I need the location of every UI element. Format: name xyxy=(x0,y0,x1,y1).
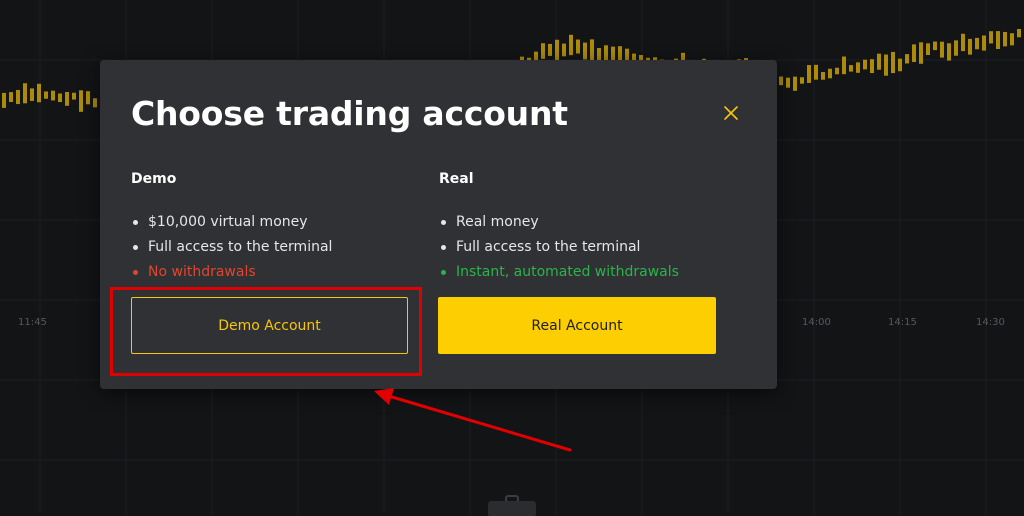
background-candle xyxy=(898,58,902,72)
background-candle xyxy=(961,33,965,52)
choose-account-modal: Choose trading account Demo $10,000 virt… xyxy=(100,60,777,389)
background-candle xyxy=(968,38,972,55)
briefcase-icon[interactable] xyxy=(484,494,540,516)
background-candle xyxy=(996,31,1000,49)
background-candle xyxy=(982,35,986,51)
real-account-button[interactable]: Real Account xyxy=(438,297,716,354)
background-candle xyxy=(989,31,993,44)
background-candle xyxy=(912,44,916,62)
background-candle xyxy=(849,65,853,72)
demo-title: Demo xyxy=(131,171,177,187)
background-candle xyxy=(37,83,41,103)
background-candle xyxy=(947,43,951,61)
background-candle xyxy=(576,39,580,54)
background-candle xyxy=(828,68,832,79)
close-x-icon xyxy=(724,106,738,120)
background-candle xyxy=(548,43,552,56)
feature-item: Full access to the terminal xyxy=(131,237,411,262)
background-candle xyxy=(870,59,874,74)
background-candle xyxy=(30,88,34,101)
background-candle xyxy=(9,92,13,103)
modal-title: Choose trading account xyxy=(131,94,568,133)
chart-time-label: 14:30 xyxy=(976,317,1005,328)
background-candle xyxy=(1010,33,1014,46)
background-candle xyxy=(597,48,601,61)
chart-time-label: 11:45 xyxy=(18,317,47,328)
background-candle xyxy=(562,43,566,57)
background-candle xyxy=(863,59,867,70)
background-candle xyxy=(919,42,923,64)
background-candle xyxy=(954,40,958,56)
background-candle xyxy=(93,98,97,108)
feature-item-negative: No withdrawals xyxy=(131,262,411,287)
background-candle xyxy=(933,41,937,51)
demo-column: Demo $10,000 virtual money Full access t… xyxy=(131,171,411,287)
background-candle xyxy=(583,42,587,60)
real-title: Real xyxy=(439,171,474,187)
feature-item: Real money xyxy=(439,212,719,237)
background-candle xyxy=(835,67,839,75)
background-candle xyxy=(44,91,48,99)
background-candle xyxy=(72,92,76,100)
background-candle xyxy=(793,76,797,91)
background-candle xyxy=(79,90,83,112)
background-candle xyxy=(786,77,790,88)
background-candle xyxy=(1017,29,1021,38)
background-candle xyxy=(51,90,55,101)
background-candle xyxy=(86,91,90,105)
background-candle xyxy=(877,53,881,70)
background-candle xyxy=(590,39,594,61)
background-candle xyxy=(814,64,818,80)
chart-time-label: 14:15 xyxy=(888,317,917,328)
background-candle xyxy=(807,65,811,83)
demo-features-list: $10,000 virtual money Full access to the… xyxy=(131,212,411,287)
background-candle xyxy=(65,92,69,106)
background-candle xyxy=(16,89,20,105)
background-candle xyxy=(926,43,930,55)
feature-item: $10,000 virtual money xyxy=(131,212,411,237)
background-candle xyxy=(975,37,979,50)
demo-account-button[interactable]: Demo Account xyxy=(131,297,408,354)
chart-time-label: 14:00 xyxy=(802,317,831,328)
background-candle xyxy=(541,43,545,59)
background-candle xyxy=(856,62,860,73)
background-candle xyxy=(1003,31,1007,47)
background-candle xyxy=(58,93,62,103)
background-candle xyxy=(884,54,888,76)
background-candle xyxy=(821,72,825,80)
background-candle xyxy=(891,51,895,74)
background-candle xyxy=(569,34,573,56)
background-candle xyxy=(555,39,559,61)
feature-item: Full access to the terminal xyxy=(439,237,719,262)
background-candle xyxy=(842,56,846,75)
background-candle xyxy=(779,76,783,86)
background-candle xyxy=(800,77,804,84)
background-candle xyxy=(23,83,27,104)
real-features-list: Real money Full access to the terminal I… xyxy=(439,212,719,287)
close-button[interactable] xyxy=(720,102,742,124)
real-column: Real Real money Full access to the termi… xyxy=(439,171,719,287)
background-candle xyxy=(905,54,909,64)
background-candle xyxy=(2,92,6,108)
feature-item-positive: Instant, automated withdrawals xyxy=(439,262,719,287)
background-candle xyxy=(940,41,944,58)
